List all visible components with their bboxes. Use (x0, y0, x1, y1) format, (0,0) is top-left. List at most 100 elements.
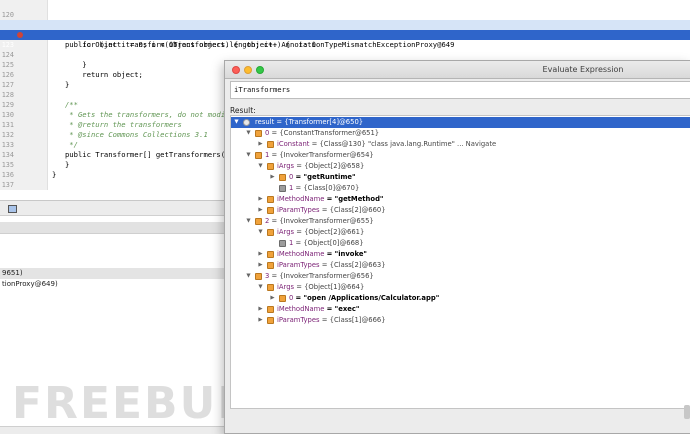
code-line[interactable]: 120 */ (0, 0, 690, 29)
node-value: = {Class[0]@670} (295, 184, 360, 192)
node-value: = {Object[1]@664} (296, 283, 365, 291)
result-tree[interactable]: ▼ result = {Transformer[4]@650} ▼ 0 = {C… (230, 115, 690, 409)
tree-node[interactable]: 1 = {Class[0]@670} (231, 183, 690, 194)
field-icon (267, 262, 274, 269)
navigate-link[interactable]: ... Navigate (457, 140, 496, 148)
node-name: iParamTypes (277, 206, 320, 214)
node-value: = {Object[2]@658} (296, 162, 365, 170)
tree-node[interactable]: ▶ iParamTypes = {Class[2]@663} (231, 260, 690, 271)
node-value: = {Object[2]@661} (296, 228, 365, 236)
tree-node[interactable]: ▼ iArgs = {Object[2]@658} (231, 161, 690, 172)
expand-toggle-icon[interactable]: ▼ (257, 161, 264, 172)
expand-toggle-icon[interactable]: ▼ (257, 227, 264, 238)
node-value: = {Object[0]@668} (295, 239, 364, 247)
node-name: iParamTypes (277, 316, 320, 324)
node-value: = "open /Applications/Calculator.app" (295, 294, 440, 302)
array-entry-icon (255, 218, 262, 225)
breakpoint-icon[interactable] (17, 32, 23, 38)
tree-node[interactable]: ▶ iParamTypes = {Class[1]@666} (231, 315, 690, 326)
tree-node[interactable]: ▶ iMethodName = "exec" (231, 304, 690, 315)
array-entry-icon (255, 130, 262, 137)
tree-node[interactable]: ▶ iConstant = {Class@130} "class java.la… (231, 139, 690, 150)
field-icon (267, 306, 274, 313)
expression-input[interactable]: iTransformers (230, 81, 690, 99)
node-name: 1 (265, 151, 270, 159)
code-line-current[interactable]: 122 for (int i = 0; i < iTransformers.le… (0, 20, 690, 49)
element-icon (279, 240, 286, 247)
node-value: = {InvokerTransformer@654} (271, 151, 374, 159)
node-name: iParamTypes (277, 261, 320, 269)
code-line[interactable]: 125 return object; (0, 50, 690, 79)
expand-toggle-icon[interactable]: ▼ (245, 271, 252, 282)
tree-node[interactable]: 1 = {Object[0]@668} (231, 238, 690, 249)
frames-icon[interactable] (8, 205, 17, 213)
field-icon (267, 163, 274, 170)
node-name: result (255, 118, 275, 126)
expand-toggle-icon[interactable]: ▼ (245, 150, 252, 161)
expand-toggle-icon[interactable]: ▶ (257, 194, 264, 205)
node-name: 0 (265, 129, 270, 137)
tree-node[interactable]: ▶ 0 = "open /Applications/Calculator.app… (231, 293, 690, 304)
tree-node[interactable]: ▼ 3 = {InvokerTransformer@656} (231, 271, 690, 282)
node-value: = {Class[2]@663} (321, 261, 386, 269)
expand-toggle-icon[interactable]: ▼ (233, 117, 240, 128)
array-entry-icon (279, 295, 286, 302)
expand-toggle-icon[interactable]: ▼ (257, 282, 264, 293)
tree-node[interactable]: ▶ iMethodName = "invoke" (231, 249, 690, 260)
expand-toggle-icon[interactable]: ▼ (245, 128, 252, 139)
dialog-title: Evaluate Expression (542, 65, 624, 74)
field-icon (267, 284, 274, 291)
tree-node[interactable]: ▼ 0 = {ConstantTransformer@651} (231, 128, 690, 139)
expand-toggle-icon[interactable]: ▶ (257, 260, 264, 271)
node-value: = {Class[1]@666} (321, 316, 386, 324)
tree-node[interactable]: ▼ 2 = {InvokerTransformer@655} (231, 216, 690, 227)
field-icon (267, 141, 274, 148)
array-entry-icon (255, 273, 262, 280)
expand-toggle-icon[interactable]: ▼ (245, 216, 252, 227)
expand-toggle-icon[interactable]: ▶ (269, 293, 276, 304)
array-entry-icon (279, 174, 286, 181)
scrollbar-thumb[interactable] (684, 405, 690, 419)
frame-label: 9651) (2, 269, 23, 277)
expand-toggle-icon[interactable]: ▶ (257, 139, 264, 150)
node-value: = "getRuntime" (295, 173, 356, 181)
node-value: = {InvokerTransformer@656} (271, 272, 374, 280)
frame-row[interactable]: tionProxy@649) (0, 279, 225, 290)
node-value: = {ConstantTransformer@651} (271, 129, 380, 137)
dialog-titlebar[interactable]: Evaluate Expression (225, 61, 690, 79)
result-label: Result: (230, 106, 256, 115)
result-icon (243, 119, 250, 126)
node-value: = {Class[2]@660} (321, 206, 386, 214)
frame-label: tionProxy@649) (2, 280, 58, 288)
expand-toggle-icon[interactable]: ▶ (257, 304, 264, 315)
frame-row[interactable]: 9651) (0, 268, 225, 279)
expand-toggle-icon[interactable]: ▶ (257, 205, 264, 216)
node-name: 2 (265, 217, 270, 225)
frames-header (0, 222, 225, 234)
expand-toggle-icon[interactable]: ▶ (257, 315, 264, 326)
evaluate-expression-dialog: Evaluate Expression iTransformers Result… (224, 60, 690, 434)
array-entry-icon (255, 152, 262, 159)
node-value: = {InvokerTransformer@655} (271, 217, 374, 225)
debugger-toolbar (0, 200, 225, 216)
tree-node[interactable]: ▼ 1 = {InvokerTransformer@654} (231, 150, 690, 161)
tree-node[interactable]: ▼ iArgs = {Object[2]@661} (231, 227, 690, 238)
tree-node[interactable]: ▼ iArgs = {Object[1]@664} (231, 282, 690, 293)
node-name: 1 (289, 184, 294, 192)
node-name: iMethodName (277, 250, 325, 258)
node-name: iConstant (277, 140, 310, 148)
expand-toggle-icon[interactable]: ▶ (257, 249, 264, 260)
code-line[interactable]: 124 } (0, 40, 690, 69)
code-line-execution-point[interactable]: 123 object = iTransformers[i].transform(… (0, 30, 690, 69)
tree-node[interactable]: ▶ iParamTypes = {Class[2]@660} (231, 205, 690, 216)
node-value: = "invoke" (326, 250, 367, 258)
node-value: = "exec" (326, 305, 360, 313)
watermark-logo: FREEBUF (12, 378, 250, 429)
code-line[interactable]: 121 ● public Object transform(Object obj… (0, 10, 690, 49)
expand-toggle-icon[interactable]: ▶ (269, 172, 276, 183)
tree-node[interactable]: ▶ 0 = "getRuntime" (231, 172, 690, 183)
node-value: = "getMethod" (326, 195, 384, 203)
tree-node-result[interactable]: ▼ result = {Transformer[4]@650} (231, 117, 690, 128)
tree-node[interactable]: ▶ iMethodName = "getMethod" (231, 194, 690, 205)
node-name: 0 (289, 294, 294, 302)
